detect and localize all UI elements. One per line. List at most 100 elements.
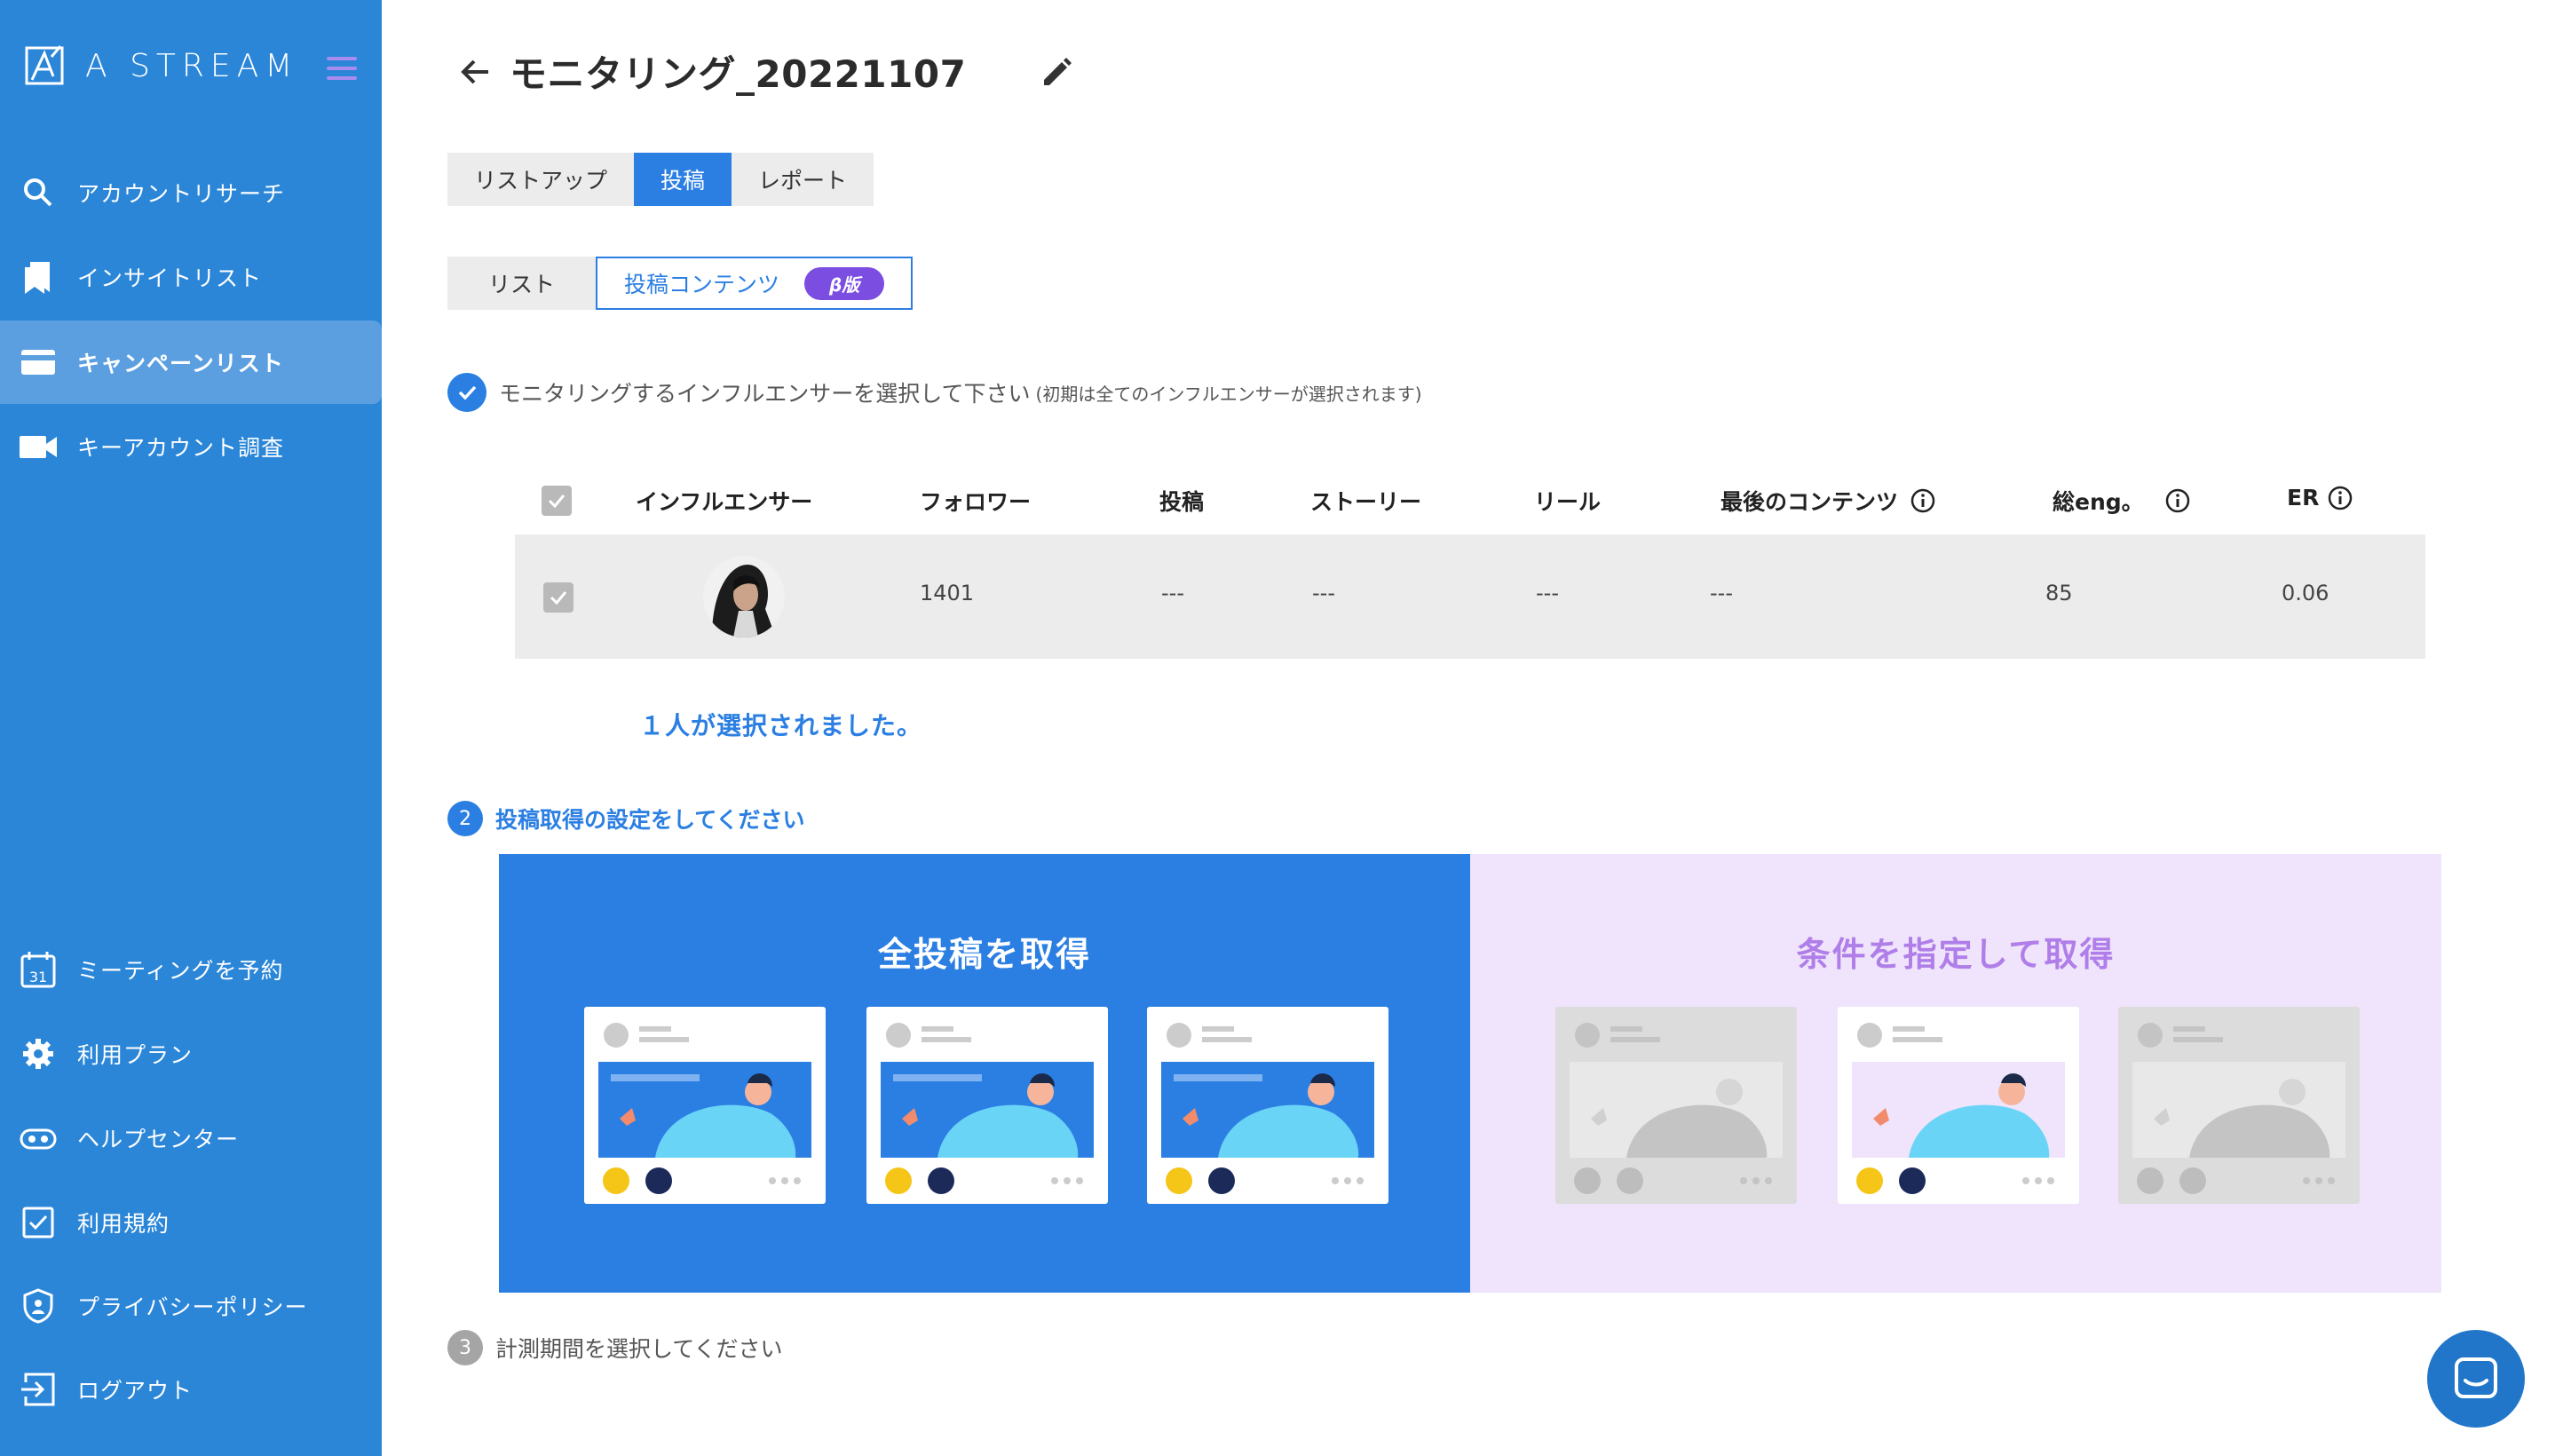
table-header: インフルエンサー フォロワー 投稿 ストーリー リール 最後のコンテンツ 総en… xyxy=(515,463,2425,534)
video-icon xyxy=(20,428,57,465)
sidebar-item-plan[interactable]: 利用プラン xyxy=(0,1012,382,1096)
info-icon[interactable] xyxy=(2165,488,2190,513)
cell-followers: 1401 xyxy=(920,581,975,605)
post-card-illustration xyxy=(1838,1007,2079,1204)
sidebar-item-label: キャンペーンリスト xyxy=(77,351,284,376)
sidebar-item-label: キーアカウント調査 xyxy=(77,435,285,461)
post-card-illustration-grey xyxy=(2118,1007,2360,1204)
option-fetch-all[interactable]: 全投稿を取得 xyxy=(499,854,1470,1293)
sidebar-item-label: 利用プラン xyxy=(77,1042,194,1068)
step-1-text: モニタリングするインフルエンサーを選択して下さい xyxy=(499,381,1031,407)
card-icon xyxy=(20,344,57,381)
sidebar-item-account-research[interactable]: アカウントリサーチ xyxy=(0,151,382,234)
step-2: 2 投稿取得の設定をしてください xyxy=(447,801,805,836)
beta-badge: β版 xyxy=(804,266,885,300)
col-total-eng: 総eng。 xyxy=(2053,485,2190,517)
option-fetch-conditional[interactable]: 条件を指定して取得 xyxy=(1470,854,2441,1293)
main-tabs: リストアップ 投稿 レポート xyxy=(447,153,874,206)
bookmark-icon xyxy=(20,258,57,296)
col-reels: リール xyxy=(1534,489,1602,515)
step-2-text: 投稿取得の設定をしてください xyxy=(495,807,805,833)
main-content: モニタリング_20221107 リストアップ 投稿 レポート リスト 投稿コンテ… xyxy=(382,0,2555,1456)
edit-pencil-icon[interactable] xyxy=(1039,55,1074,91)
step-3-number: 3 xyxy=(447,1330,483,1365)
chat-support-button[interactable] xyxy=(2427,1330,2525,1428)
search-icon xyxy=(20,174,57,211)
back-arrow-icon[interactable] xyxy=(458,54,494,90)
step-3-text: 計測期間を選択してください xyxy=(495,1336,783,1362)
fetch-options: 全投稿を取得 条件を指定して取得 xyxy=(499,854,2441,1293)
tab-listup[interactable]: リストアップ xyxy=(447,153,635,206)
step-3: 3 計測期間を選択してください xyxy=(447,1330,783,1365)
col-posts: 投稿 xyxy=(1159,489,1205,515)
post-card-illustration xyxy=(866,1007,1108,1204)
cell-posts: --- xyxy=(1161,581,1184,605)
sidebar: A STREAM アカウントリサーチ インサイトリスト キャンペーンリスト キー… xyxy=(0,0,382,1456)
influencer-table: インフルエンサー フォロワー 投稿 ストーリー リール 最後のコンテンツ 総en… xyxy=(515,463,2425,659)
logout-icon xyxy=(20,1371,57,1408)
sidebar-item-label: プライバシーポリシー xyxy=(77,1294,308,1320)
page-title: モニタリング_20221107 xyxy=(510,52,967,96)
col-last-content: 最後のコンテンツ xyxy=(1720,485,1935,517)
sidebar-item-logout[interactable]: ログアウト xyxy=(0,1348,382,1431)
subtab-post-content[interactable]: 投稿コンテンツ β版 xyxy=(596,257,914,310)
step-2-number: 2 xyxy=(447,801,483,836)
sidebar-item-label: インサイトリスト xyxy=(77,265,263,291)
info-icon[interactable] xyxy=(2328,486,2353,510)
subtab-label: 投稿コンテンツ xyxy=(624,272,780,297)
sidebar-item-key-account[interactable]: キーアカウント調査 xyxy=(0,405,382,488)
col-er-label: ER xyxy=(2287,485,2320,510)
chat-icon xyxy=(2455,1357,2497,1398)
calendar-icon: 31 xyxy=(20,951,57,988)
shield-icon xyxy=(20,1287,57,1325)
sidebar-item-privacy[interactable]: プライバシーポリシー xyxy=(0,1264,382,1348)
col-last-content-label: 最後のコンテンツ xyxy=(1720,489,1899,515)
col-stories: ストーリー xyxy=(1310,489,1422,515)
step-1-note: (初期は全てのインフルエンサーが選択されます) xyxy=(1035,383,1422,405)
sidebar-item-label: ログアウト xyxy=(77,1378,194,1404)
sidebar-item-campaign-list[interactable]: キャンペーンリスト xyxy=(0,320,382,404)
tab-posts[interactable]: 投稿 xyxy=(634,153,732,206)
avatar xyxy=(703,556,785,637)
brand-name: A STREAM xyxy=(85,47,299,84)
step-1: モニタリングするインフルエンサーを選択して下さい (初期は全てのインフルエンサー… xyxy=(447,373,1422,412)
col-er: ER xyxy=(2287,485,2353,510)
option-fetch-conditional-title: 条件を指定して取得 xyxy=(1796,935,2116,974)
cell-er: 0.06 xyxy=(2282,581,2330,605)
cell-total-eng: 85 xyxy=(2045,581,2073,605)
post-card-illustration xyxy=(584,1007,826,1204)
table-row[interactable]: 1401 --- --- --- --- 85 0.06 xyxy=(515,534,2425,659)
post-card-illustration-grey xyxy=(1555,1007,1797,1204)
sidebar-item-book-meeting[interactable]: 31 ミーティングを予約 xyxy=(0,928,382,1011)
sidebar-item-label: アカウントリサーチ xyxy=(77,181,286,207)
checkbox-icon xyxy=(20,1204,57,1241)
sidebar-item-label: 利用規約 xyxy=(77,1211,170,1237)
col-followers: フォロワー xyxy=(920,489,1032,515)
help-icon xyxy=(20,1120,57,1157)
sidebar-item-terms[interactable]: 利用規約 xyxy=(0,1181,382,1264)
subtab-list[interactable]: リスト xyxy=(447,257,597,310)
sidebar-item-label: ミーティングを予約 xyxy=(77,958,284,984)
select-all-checkbox[interactable] xyxy=(542,486,572,516)
tab-report[interactable]: レポート xyxy=(732,153,874,206)
info-icon[interactable] xyxy=(1910,488,1935,513)
option-fetch-all-title: 全投稿を取得 xyxy=(877,935,1091,974)
page-header: モニタリング_20221107 xyxy=(458,44,966,99)
col-influencer: インフルエンサー xyxy=(636,489,813,515)
cell-reels: --- xyxy=(1536,581,1559,605)
post-card-illustration xyxy=(1147,1007,1388,1204)
check-circle-icon xyxy=(447,373,486,412)
brand[interactable]: A STREAM xyxy=(25,43,298,89)
menu-toggle-icon[interactable] xyxy=(327,57,357,80)
brand-logo-icon xyxy=(25,45,64,85)
sidebar-item-insight-list[interactable]: インサイトリスト xyxy=(0,235,382,319)
col-total-eng-label: 総eng。 xyxy=(2053,489,2144,515)
cell-stories: --- xyxy=(1312,581,1335,605)
sidebar-item-help-center[interactable]: ヘルプセンター xyxy=(0,1096,382,1180)
svg-text:31: 31 xyxy=(29,969,47,985)
sub-tabs: リスト 投稿コンテンツ β版 xyxy=(447,257,914,310)
row-checkbox[interactable] xyxy=(543,582,573,613)
sidebar-item-label: ヘルプセンター xyxy=(77,1127,240,1152)
selected-count: １人が選択されました。 xyxy=(639,711,923,740)
cell-last-content: --- xyxy=(1710,581,1733,605)
